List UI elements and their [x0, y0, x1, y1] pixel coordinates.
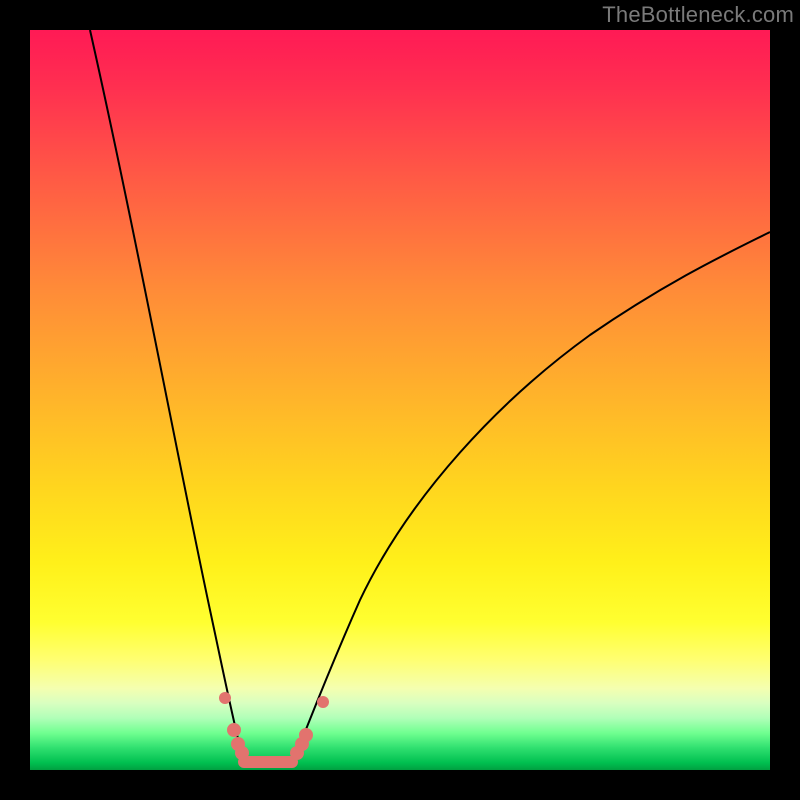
- marker-dot: [235, 746, 249, 760]
- marker-dot: [299, 728, 313, 742]
- marker-dots: [219, 692, 329, 760]
- marker-dot: [219, 692, 231, 704]
- marker-dot: [317, 696, 329, 708]
- watermark-text: TheBottleneck.com: [602, 2, 794, 28]
- curve-left: [90, 30, 244, 763]
- curve-right: [292, 232, 770, 763]
- chart-canvas: [30, 30, 770, 770]
- bottleneck-curve: [30, 30, 770, 770]
- marker-dot: [227, 723, 241, 737]
